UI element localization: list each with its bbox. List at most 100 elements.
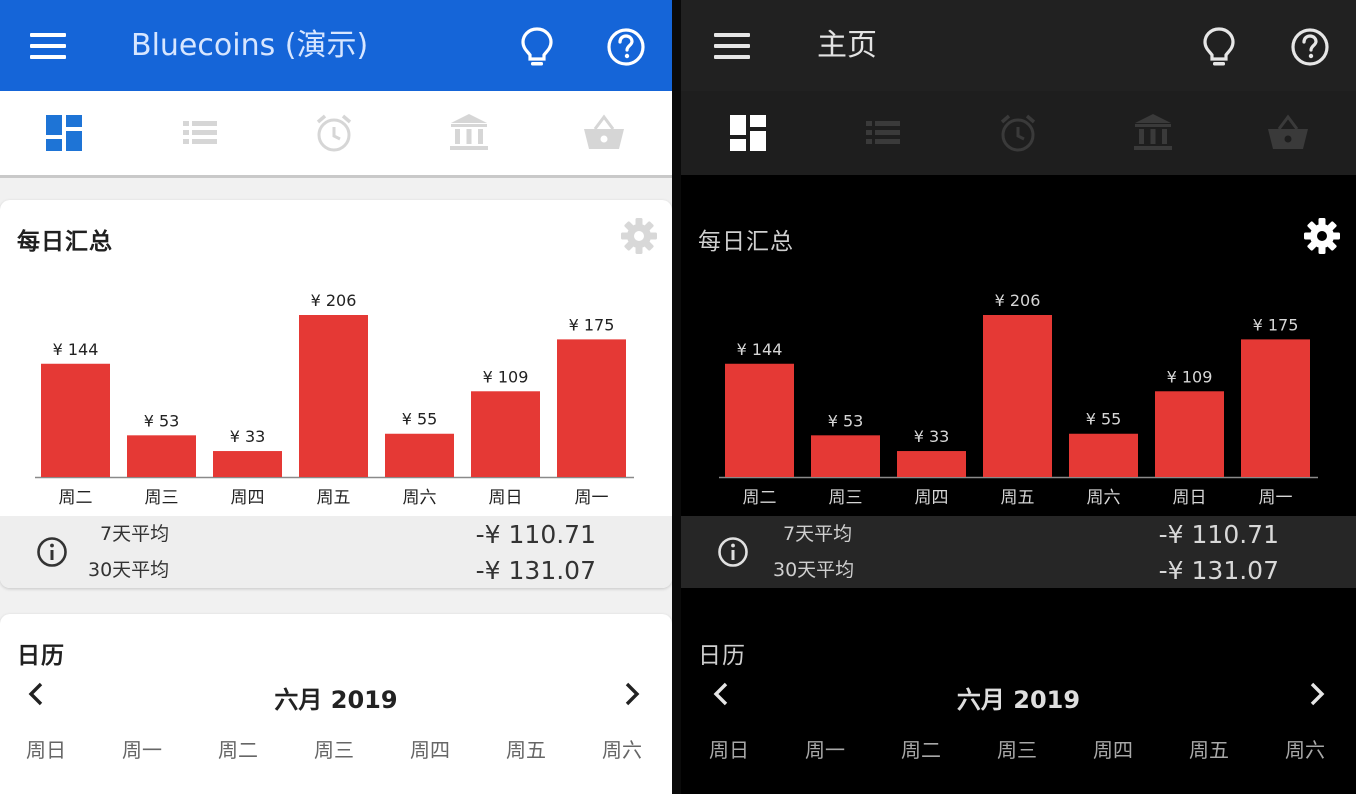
bank-icon [1134, 114, 1172, 150]
bar-value-label: ¥ 206 [311, 291, 357, 310]
tab-dashboard[interactable] [724, 111, 772, 155]
bar-value-label: ¥ 33 [230, 427, 266, 446]
bank-icon [450, 114, 488, 150]
avg-7-day-value: -¥ 110.71 [1158, 520, 1279, 549]
tab-budget[interactable] [580, 111, 628, 155]
app-title: Bluecoins (演示) [131, 28, 369, 63]
tab-reminders[interactable] [994, 111, 1042, 155]
weekday-label: 周四 [1093, 738, 1133, 762]
app-bar: Bluecoins (演示) [0, 0, 672, 91]
bar[interactable] [1241, 339, 1310, 477]
bar[interactable] [127, 435, 196, 477]
bar[interactable] [897, 451, 966, 477]
calendar-card: 日历 六月 2019 周日 周一 周二 周三 周四 周五 周六 [0, 614, 672, 794]
bar[interactable] [1069, 433, 1138, 477]
dark-theme-screen: 主页 每日汇总 ¥ 144 周二 ¥ 53 周三 ¥ 33 周四 ¥ 206 周五 ¥ 55 周六… [681, 0, 1356, 794]
help-icon[interactable] [1290, 27, 1330, 67]
bar-value-label: ¥ 109 [483, 367, 529, 386]
daily-summary-card: 每日汇总 ¥ 144 周二 ¥ 53 周三 ¥ 33 周四 ¥ 206 周五 ¥ 55 周六 ¥ 1… [681, 200, 1356, 588]
avg-7-day-value: -¥ 110.71 [475, 520, 596, 549]
bar[interactable] [983, 315, 1052, 477]
list-icon [866, 121, 900, 144]
bar-value-label: ¥ 144 [737, 340, 783, 359]
category-tick-label: 周六 [1087, 488, 1121, 508]
menu-icon[interactable] [714, 31, 752, 61]
category-tick-label: 周五 [1001, 488, 1035, 508]
month-label: 六月 2019 [956, 686, 1081, 714]
bar[interactable] [41, 363, 110, 477]
chevron-right-icon[interactable] [620, 678, 644, 710]
screen-divider [672, 0, 681, 794]
alarm-clock-icon [316, 114, 352, 152]
category-tick-label: 周三 [145, 488, 179, 508]
tab-transactions[interactable] [176, 111, 224, 155]
weekday-label: 周日 [709, 738, 749, 762]
weekday-label: 周四 [410, 738, 450, 762]
list-icon [183, 121, 217, 144]
bar-value-label: ¥ 109 [1167, 367, 1213, 386]
bar-value-label: ¥ 55 [1086, 410, 1122, 429]
bar-value-label: ¥ 55 [402, 410, 438, 429]
category-tick-label: 周一 [575, 488, 609, 508]
light-theme-screen: Bluecoins (演示) 每日汇总 ¥ 144 周二 ¥ 53 周三 ¥ 33 周四 ¥… [0, 0, 672, 794]
averages-panel: 7天平均 30天平均 -¥ 110.71 -¥ 131.07 [681, 516, 1356, 588]
category-tick-label: 周日 [489, 488, 523, 508]
daily-summary-card: 每日汇总 ¥ 144 周二 ¥ 53 周三 ¥ 33 周四 ¥ 206 周五 ¥ 55 周六 ¥ 1… [0, 200, 672, 588]
bar[interactable] [725, 363, 794, 477]
tab-transactions[interactable] [859, 111, 907, 155]
tab-bar [681, 91, 1356, 175]
bar[interactable] [811, 435, 880, 477]
lightbulb-icon[interactable] [1201, 26, 1237, 68]
tab-bar [0, 91, 672, 178]
card-title: 日历 [698, 643, 746, 669]
category-tick-label: 周五 [317, 488, 351, 508]
weekday-label: 周三 [997, 738, 1037, 762]
bar[interactable] [213, 451, 282, 477]
bar[interactable] [471, 391, 540, 477]
daily-bar-chart: ¥ 144 周二 ¥ 53 周三 ¥ 33 周四 ¥ 206 周五 ¥ 55 周六 ¥ 109 周日 ¥… [719, 291, 1318, 508]
help-icon[interactable] [606, 27, 646, 67]
weekday-label: 周六 [602, 738, 642, 762]
bar[interactable] [299, 315, 368, 477]
gear-icon[interactable] [619, 216, 659, 256]
weekday-label: 周二 [218, 738, 258, 762]
bar-value-label: ¥ 144 [53, 340, 99, 359]
bar-value-label: ¥ 33 [914, 427, 950, 446]
weekday-label: 周六 [1285, 738, 1325, 762]
dashboard-icon [730, 115, 766, 151]
category-tick-label: 周二 [59, 488, 93, 508]
card-title: 每日汇总 [17, 229, 113, 255]
calendar-card: 日历 六月 2019 周日 周一 周二 周三 周四 周五 周六 [681, 614, 1356, 794]
bar[interactable] [1155, 391, 1224, 477]
avg-30-day-label: 30天平均 [773, 559, 855, 581]
month-label: 六月 2019 [274, 686, 398, 714]
tab-budget[interactable] [1264, 111, 1312, 155]
tab-accounts[interactable] [1129, 111, 1177, 155]
alarm-clock-icon [1000, 114, 1036, 152]
weekday-label: 周日 [26, 738, 66, 762]
gear-icon[interactable] [1302, 216, 1342, 256]
app-title: 主页 [817, 28, 877, 63]
daily-bar-chart: ¥ 144 周二 ¥ 53 周三 ¥ 33 周四 ¥ 206 周五 ¥ 55 周六 ¥ 109 周日 ¥… [35, 291, 634, 508]
chevron-right-icon[interactable] [1305, 678, 1329, 710]
avg-7-day-label: 7天平均 [783, 523, 853, 545]
weekday-label: 周三 [314, 738, 354, 762]
bar-value-label: ¥ 175 [1253, 315, 1299, 334]
weekday-label: 周五 [1189, 738, 1229, 762]
bar[interactable] [385, 433, 454, 477]
shopping-basket-icon [584, 114, 624, 149]
info-icon[interactable] [36, 536, 68, 568]
avg-30-day-value: -¥ 131.07 [475, 556, 596, 585]
info-icon[interactable] [717, 536, 749, 568]
category-tick-label: 周三 [829, 488, 863, 508]
tab-reminders[interactable] [310, 111, 358, 155]
weekday-label: 周一 [805, 738, 845, 762]
bar[interactable] [557, 339, 626, 477]
menu-icon[interactable] [30, 31, 68, 61]
weekday-label: 周五 [506, 738, 546, 762]
bar-value-label: ¥ 53 [144, 411, 180, 430]
tab-accounts[interactable] [445, 111, 493, 155]
app-bar: 主页 [681, 0, 1356, 91]
tab-dashboard[interactable] [40, 111, 88, 155]
lightbulb-icon[interactable] [519, 26, 555, 68]
